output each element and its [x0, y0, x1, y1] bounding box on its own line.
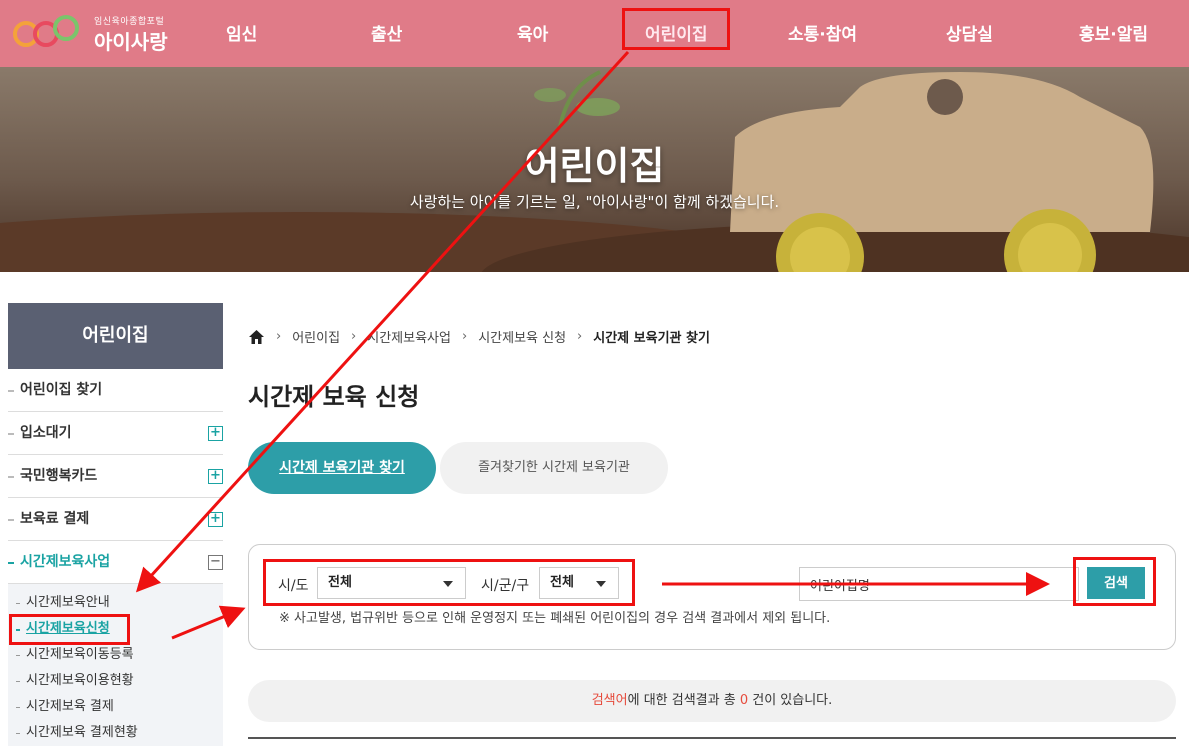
submenu-hourly-apply[interactable]: 시간제보육신청	[8, 616, 223, 642]
sido-label: 시/도	[278, 578, 309, 594]
search-panel: 시/도 전체 시/군/구 전체 검색 ※ 사고발생, 법규위반 등으로 인해 운…	[248, 544, 1176, 650]
sigungu-label: 시/군/구	[481, 578, 530, 594]
sidebar-item-hourly-care[interactable]: 시간제보육사업 −	[8, 541, 223, 584]
logo-title: 아이사랑	[94, 30, 168, 54]
daycare-name-input[interactable]	[799, 567, 1079, 601]
result-keyword: 검색어	[591, 693, 628, 708]
results-divider	[248, 737, 1176, 739]
submenu-label: 시간제보육안내	[26, 595, 110, 610]
chevron-right-icon: ›	[276, 329, 282, 344]
dropdown-caret-icon	[596, 581, 606, 587]
result-text-end: 건이 있습니다.	[748, 693, 833, 708]
sidebar-item-label: 입소대기	[20, 425, 72, 441]
hero-banner: 어린이집 사랑하는 아이를 기르는 일, "아이사랑"이 함께 하겠습니다.	[0, 67, 1189, 272]
search-notice: ※ 사고발생, 법규위반 등으로 인해 운영정지 또는 폐쇄된 어린이집의 경우…	[279, 611, 831, 626]
logo-rings-icon	[13, 15, 79, 47]
submenu-hourly-payment-status[interactable]: 시간제보육 결제현황	[8, 720, 223, 746]
chevron-right-icon: ›	[461, 329, 468, 344]
submenu-label: 시간제보육이용현황	[26, 673, 134, 688]
nav-counseling[interactable]: 상담실	[946, 20, 993, 45]
submenu-label: 시간제보육 결제현황	[26, 725, 138, 740]
breadcrumb-current: 시간제 보육기관 찾기	[593, 331, 710, 346]
tab-label: 시간제 보육기관 찾기	[279, 460, 405, 476]
hero-title: 어린이집	[524, 144, 665, 188]
nav-birth[interactable]: 출산	[371, 20, 402, 45]
sido-selected-value: 전체	[328, 575, 352, 590]
chevron-right-icon: ›	[577, 329, 583, 344]
expand-plus-icon[interactable]: +	[208, 512, 223, 527]
submenu-hourly-payment[interactable]: 시간제보육 결제	[8, 694, 223, 720]
breadcrumb-hourly-apply[interactable]: 시간제보육 신청	[478, 327, 566, 346]
sidebar-item-label: 국민행복카드	[20, 468, 98, 484]
nav-daycare[interactable]: 어린이집	[645, 20, 708, 45]
sidebar-item-find-daycare[interactable]: 어린이집 찾기	[8, 369, 223, 412]
submenu-label: 시간제보육이동등록	[26, 647, 134, 662]
sidebar-item-label: 시간제보육사업	[20, 554, 111, 570]
result-text: 에 대한 검색결과 총	[627, 693, 740, 708]
hero-subtitle: 사랑하는 아이를 기르는 일, "아이사랑"이 함께 하겠습니다.	[409, 193, 780, 211]
site-logo[interactable]: 임신육아종합포털 아이사랑	[12, 6, 182, 58]
submenu-hourly-guide[interactable]: 시간제보육안내	[8, 590, 223, 616]
tab-favorite-hourly-center[interactable]: 즐겨찾기한 시간제 보육기관	[440, 442, 668, 494]
home-icon[interactable]	[248, 329, 265, 345]
sidebar-item-waitlist[interactable]: 입소대기 +	[8, 412, 223, 455]
sidebar-item-label: 보육료 결제	[20, 511, 90, 527]
submenu-hourly-transfer[interactable]: 시간제보육이동등록	[8, 642, 223, 668]
sidebar-submenu: 시간제보육안내 시간제보육신청 시간제보육이동등록 시간제보육이용현황 시간제보…	[8, 584, 223, 746]
collapse-minus-icon[interactable]: −	[208, 555, 223, 570]
dropdown-caret-icon	[443, 581, 453, 587]
breadcrumb-hourly-care[interactable]: 시간제보육사업	[367, 327, 451, 346]
expand-plus-icon[interactable]: +	[208, 469, 223, 484]
submenu-label: 시간제보육신청	[26, 621, 110, 636]
sigungu-selected-value: 전체	[550, 575, 574, 590]
sidebar-title: 어린이집	[8, 303, 223, 369]
sidebar-item-happiness-card[interactable]: 국민행복카드 +	[8, 455, 223, 498]
submenu-hourly-usage[interactable]: 시간제보육이용현황	[8, 668, 223, 694]
sidebar-item-label: 어린이집 찾기	[20, 382, 103, 398]
sidebar: 어린이집 어린이집 찾기 입소대기 + 국민행복카드 + 보육료 결제 + 시간제보육…	[8, 303, 223, 746]
nav-promotion[interactable]: 홍보·알림	[1079, 20, 1148, 45]
sido-select[interactable]: 전체	[317, 567, 466, 599]
page-title: 시간제 보육 신청	[248, 383, 420, 411]
nav-community[interactable]: 소통·참여	[788, 20, 857, 45]
expand-plus-icon[interactable]: +	[208, 426, 223, 441]
nav-parenting[interactable]: 육아	[517, 20, 548, 45]
chevron-right-icon: ›	[351, 329, 357, 344]
search-result-summary: 검색어에 대한 검색결과 총 0 건이 있습니다.	[248, 680, 1176, 722]
breadcrumb: › 어린이집 › 시간제보육사업 › 시간제보육 신청 › 시간제 보육기관 찾…	[248, 327, 710, 346]
submenu-label: 시간제보육 결제	[26, 699, 114, 714]
breadcrumb-daycare[interactable]: 어린이집	[292, 327, 340, 346]
nav-pregnancy[interactable]: 임신	[226, 20, 257, 45]
sigungu-select[interactable]: 전체	[539, 567, 619, 599]
tab-find-hourly-center[interactable]: 시간제 보육기관 찾기	[248, 442, 436, 494]
top-navigation: 임신육아종합포털 아이사랑 임신 출산 육아 어린이집 소통·참여 상담실 홍보…	[0, 0, 1189, 67]
sidebar-item-fee-payment[interactable]: 보육료 결제 +	[8, 498, 223, 541]
result-count: 0	[739, 693, 749, 708]
search-button[interactable]: 검색	[1087, 567, 1145, 599]
